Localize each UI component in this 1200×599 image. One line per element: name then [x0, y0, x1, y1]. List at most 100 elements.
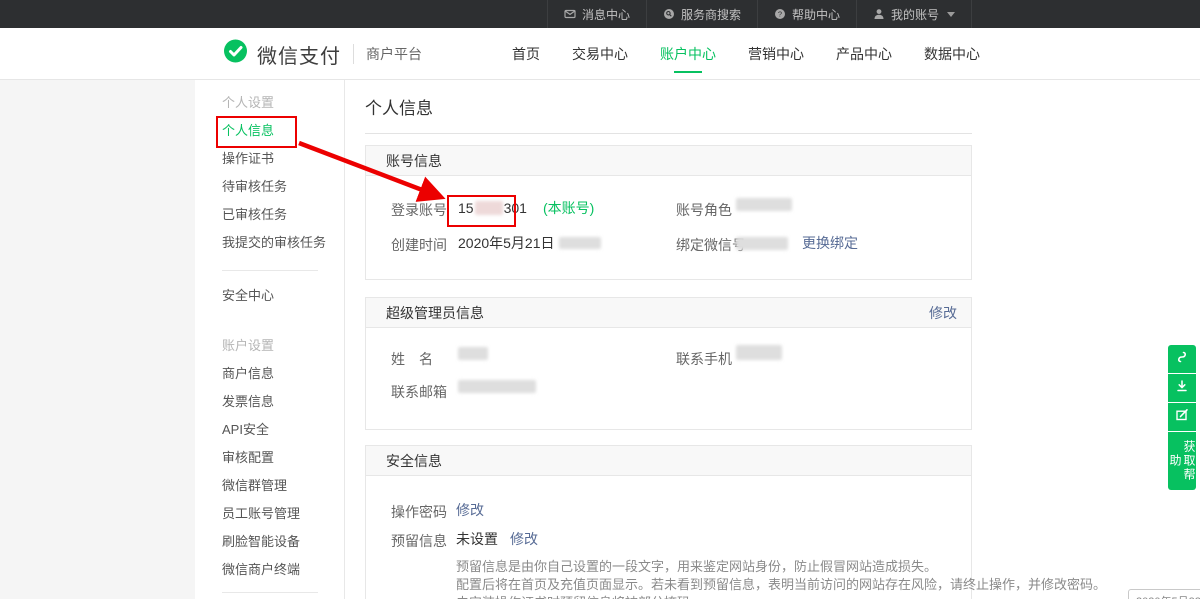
reserve-info-description: 预留信息是由你自己设置的一段文字，用来鉴定网站身份，防止假冒网站造成损失。 配置…	[456, 558, 961, 599]
contact-phone-value	[736, 345, 782, 360]
current-account-tag: (本账号)	[543, 198, 594, 218]
admin-info-card: 超级管理员信息 修改 姓 名 联系手机 联系邮箱	[365, 297, 972, 430]
page-title: 个人信息	[365, 94, 433, 119]
main-nav: 首页 交易中心 账户中心 营销中心 产品中心 数据中心	[480, 28, 980, 80]
name-value	[458, 347, 488, 360]
nav-data-center[interactable]: 数据中心	[924, 28, 980, 80]
contact-phone-label: 联系手机	[676, 349, 732, 369]
brand-logo: 微信支付 商户平台	[222, 28, 422, 80]
svg-text:?: ?	[778, 10, 782, 19]
service-provider-search-label: 服务商搜索	[681, 6, 741, 23]
account-role-value	[736, 198, 792, 211]
security-info-card-title: 安全信息	[366, 446, 971, 476]
help-center-label: 帮助中心	[792, 6, 840, 23]
feedback-button[interactable]	[1168, 403, 1196, 431]
sidebar-item-staff-account-mgmt[interactable]: 员工账号管理	[222, 500, 300, 528]
top-utility-items: 消息中心 服务商搜索 ? 帮助中心 我的账号	[547, 0, 972, 28]
account-role-label: 账号角色	[676, 200, 732, 220]
sidebar-item-pending-review-tasks[interactable]: 待审核任务	[222, 173, 287, 201]
floating-help-panel: 获取帮助	[1168, 345, 1196, 490]
login-account-suffix: 301	[504, 200, 527, 216]
reserve-info-value: 未设置 修改	[456, 529, 538, 549]
sidebar-item-merchant-info[interactable]: 商户信息	[222, 360, 274, 388]
help-icon: ?	[774, 8, 786, 20]
my-account-item[interactable]: 我的账号	[856, 0, 972, 28]
page-body: 个人设置 个人信息 操作证书 待审核任务 已审核任务 我提交的审核任务 安全中心…	[0, 80, 1200, 599]
reserve-edit-link[interactable]: 修改	[510, 529, 538, 549]
sidebar-item-invoice-info[interactable]: 发票信息	[222, 388, 274, 416]
service-provider-search-item[interactable]: 服务商搜索	[646, 0, 757, 28]
sidebar-item-operation-certificate[interactable]: 操作证书	[222, 145, 274, 173]
get-help-button[interactable]: 获取帮助	[1168, 432, 1196, 490]
help-center-item[interactable]: ? 帮助中心	[757, 0, 856, 28]
nav-home[interactable]: 首页	[512, 28, 540, 80]
mail-icon	[564, 8, 576, 20]
sidebar-item-face-device[interactable]: 刷脸智能设备	[222, 528, 300, 556]
contact-email-label: 联系邮箱	[391, 382, 447, 402]
sidebar-item-my-submitted-tasks[interactable]: 我提交的审核任务	[222, 229, 326, 257]
reserve-desc-line: 未安装操作证书时预留信息将被部分掩码。	[456, 594, 961, 599]
created-time-masked	[559, 237, 601, 249]
sidebar-header-account-settings: 账户设置	[222, 332, 274, 360]
top-utility-bar: 消息中心 服务商搜索 ? 帮助中心 我的账号	[0, 0, 1200, 28]
login-account-masked	[475, 201, 503, 215]
user-icon	[873, 8, 885, 20]
admin-info-card-title: 超级管理员信息	[386, 305, 484, 321]
message-center-label: 消息中心	[582, 6, 630, 23]
quick-link-button[interactable]	[1168, 345, 1196, 373]
operation-password-value: 修改	[456, 500, 484, 520]
rebind-link[interactable]: 更换绑定	[802, 233, 858, 253]
site-header: 微信支付 商户平台 首页 交易中心 账户中心 营销中心 产品中心 数据中心	[0, 28, 1200, 80]
sidebar-item-api-security[interactable]: API安全	[222, 416, 269, 444]
login-account-prefix: 15	[458, 200, 474, 216]
password-edit-link[interactable]: 修改	[456, 500, 484, 520]
sidebar: 个人设置 个人信息 操作证书 待审核任务 已审核任务 我提交的审核任务 安全中心…	[195, 80, 345, 599]
sidebar-item-wechat-group-mgmt[interactable]: 微信群管理	[222, 472, 287, 500]
nav-account-center[interactable]: 账户中心	[660, 28, 716, 80]
created-time-value: 2020年5月21日	[458, 233, 601, 253]
sidebar-item-personal-info[interactable]: 个人信息	[222, 117, 274, 145]
sidebar-divider	[222, 270, 318, 271]
title-divider	[365, 133, 972, 134]
bound-wechat-value: 更换绑定	[736, 233, 858, 253]
nav-transaction-center[interactable]: 交易中心	[572, 28, 628, 80]
my-account-label: 我的账号	[891, 6, 939, 23]
sidebar-item-merchant-terminal[interactable]: 微信商户终端	[222, 556, 300, 584]
name-label: 姓 名	[391, 349, 433, 369]
login-account-label: 登录账号	[391, 200, 447, 220]
name-masked	[458, 347, 488, 360]
sidebar-header-personal-settings: 个人设置	[222, 89, 274, 117]
sidebar-item-review-config[interactable]: 审核配置	[222, 444, 274, 472]
link-icon	[1175, 350, 1189, 369]
download-icon	[1175, 379, 1189, 398]
account-info-card-title: 账号信息	[366, 146, 971, 176]
created-time-text: 2020年5月21日	[458, 233, 555, 253]
nav-marketing-center[interactable]: 营销中心	[748, 28, 804, 80]
left-gutter	[0, 80, 195, 599]
contact-email-masked	[458, 380, 536, 393]
sidebar-item-reviewed-tasks[interactable]: 已审核任务	[222, 201, 287, 229]
nav-product-center[interactable]: 产品中心	[836, 28, 892, 80]
sidebar-item-security-center[interactable]: 安全中心	[222, 282, 274, 310]
download-button[interactable]	[1168, 374, 1196, 402]
date-tooltip: 2020年5月22日	[1128, 589, 1200, 599]
brand-divider	[353, 44, 354, 64]
contact-email-value	[458, 380, 536, 393]
account-role-masked	[736, 198, 792, 211]
reserve-info-label: 预留信息	[391, 531, 447, 551]
reserve-desc-line: 预留信息是由你自己设置的一段文字，用来鉴定网站身份，防止假冒网站造成损失。	[456, 558, 961, 576]
sidebar-divider	[222, 592, 318, 593]
chevron-down-icon	[947, 12, 955, 17]
admin-edit-link[interactable]: 修改	[929, 298, 957, 328]
search-icon	[663, 8, 675, 20]
message-center-item[interactable]: 消息中心	[547, 0, 646, 28]
account-info-card: 账号信息 登录账号 15 301 (本账号) 账号角色 创建时间 2020年5月2…	[365, 145, 972, 280]
brand-portal-label: 商户平台	[366, 44, 422, 64]
reserve-desc-line: 配置后将在首页及充值页面显示。若未看到预留信息，表明当前访问的网站存在风险，请终…	[456, 576, 961, 594]
bound-wechat-masked	[736, 237, 788, 250]
contact-phone-masked	[736, 345, 782, 360]
created-time-label: 创建时间	[391, 235, 447, 255]
login-account-value: 15 301 (本账号)	[458, 198, 594, 218]
brand-name: 微信支付	[257, 40, 341, 69]
wechat-pay-logo-icon	[222, 38, 249, 70]
